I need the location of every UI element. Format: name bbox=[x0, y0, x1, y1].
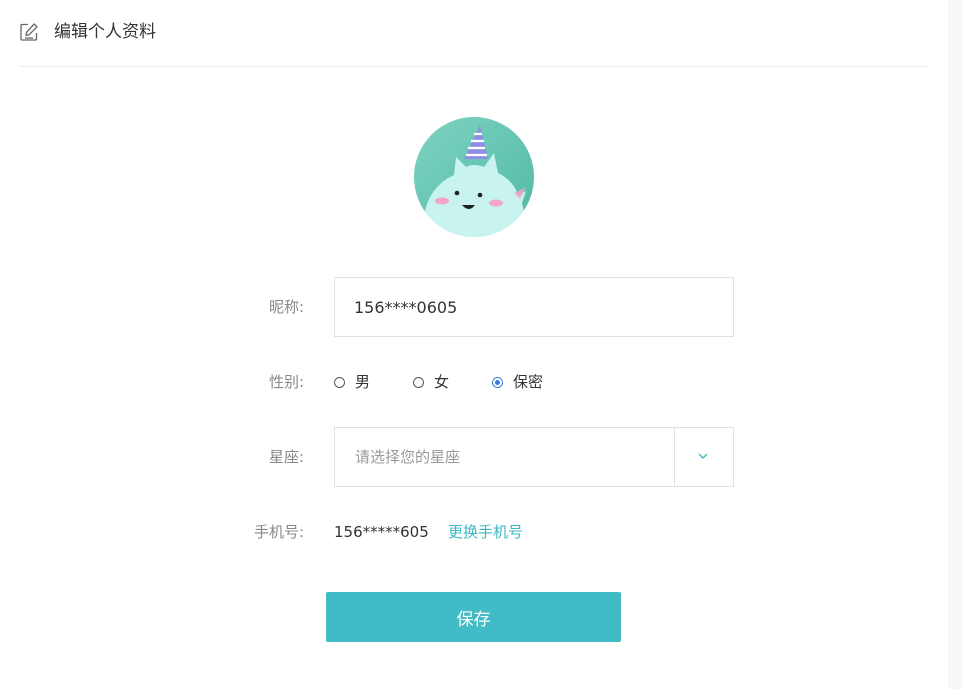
change-phone-link[interactable]: 更换手机号 bbox=[448, 522, 523, 542]
cat-party-hat-avatar bbox=[414, 117, 534, 237]
radio-male[interactable] bbox=[334, 376, 345, 388]
page-title: 编辑个人资料 bbox=[54, 22, 156, 42]
gender-female-label: 女 bbox=[434, 373, 450, 391]
edit-icon bbox=[20, 23, 38, 41]
avatar[interactable] bbox=[414, 117, 534, 237]
gender-option-male[interactable]: 男 bbox=[334, 372, 370, 392]
constellation-placeholder: 请选择您的星座 bbox=[355, 448, 461, 466]
constellation-label: 星座: bbox=[268, 448, 304, 466]
gender-option-secret[interactable]: 保密 bbox=[492, 372, 543, 392]
save-button[interactable]: 保存 bbox=[326, 592, 621, 642]
gender-secret-label: 保密 bbox=[513, 373, 544, 391]
page-side-strip bbox=[948, 0, 962, 689]
nickname-input[interactable] bbox=[334, 277, 734, 337]
gender-option-female[interactable]: 女 bbox=[413, 372, 449, 392]
chevron-down-icon[interactable] bbox=[697, 450, 709, 462]
phone-value: 156*****605 bbox=[334, 523, 429, 541]
radio-female[interactable] bbox=[413, 376, 424, 388]
gender-male-label: 男 bbox=[355, 373, 371, 391]
radio-secret[interactable] bbox=[492, 376, 503, 388]
nickname-label: 昵称: bbox=[268, 298, 304, 316]
phone-label: 手机号: bbox=[253, 523, 304, 541]
constellation-select[interactable]: 请选择您的星座 bbox=[334, 427, 734, 487]
select-divider bbox=[674, 428, 675, 486]
page-header: 编辑个人资料 bbox=[19, 0, 929, 67]
gender-label: 性别: bbox=[268, 373, 304, 391]
